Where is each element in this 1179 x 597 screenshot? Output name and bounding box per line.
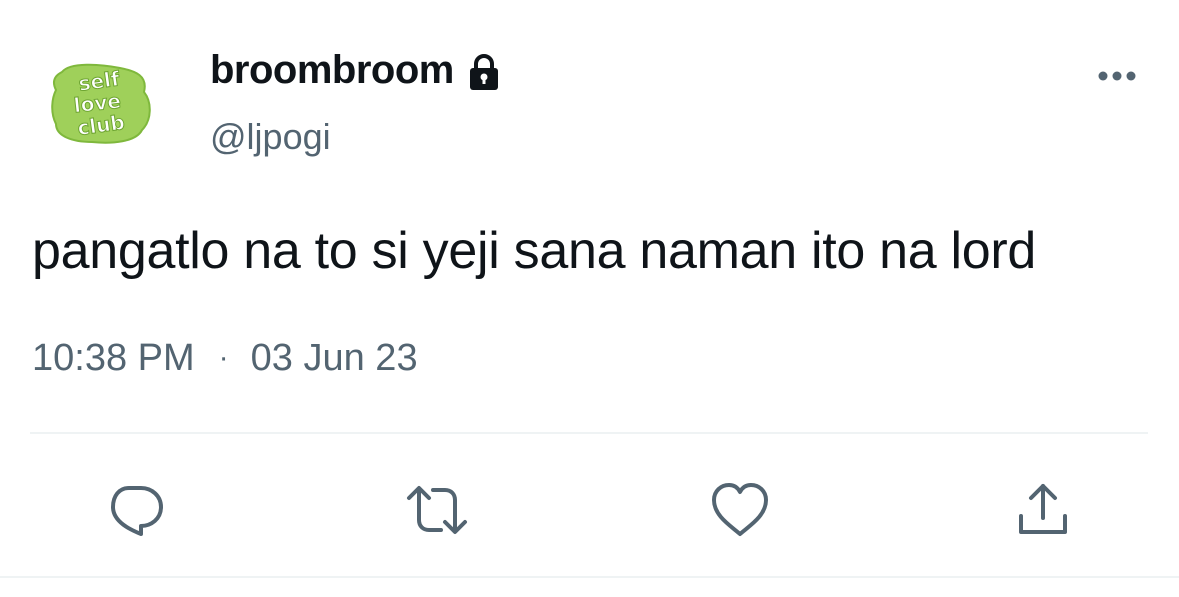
bottom-divider [0, 576, 1179, 578]
share-icon [1019, 484, 1067, 534]
tweet-meta: 10:38 PM · 03 Jun 23 [32, 334, 418, 382]
tweet-date[interactable]: 03 Jun 23 [251, 334, 418, 382]
divider [30, 432, 1148, 434]
meta-separator: · [218, 341, 229, 374]
author-display-name[interactable]: broombroom [210, 42, 454, 98]
tweet-text: pangatlo na to si yeji sana naman ito na… [32, 222, 1037, 280]
author-name-row: broombroom [210, 42, 504, 98]
avatar[interactable]: self love club [40, 50, 160, 160]
like-button[interactable] [708, 478, 772, 542]
more-icon [1098, 71, 1136, 81]
reply-button[interactable] [103, 478, 167, 542]
tweet-detail: self love club broombroom @ljpogi pangat… [0, 0, 1179, 597]
retweet-button[interactable] [405, 478, 469, 542]
tweet-time[interactable]: 10:38 PM [32, 334, 195, 382]
share-button[interactable] [1011, 478, 1075, 542]
lock-icon [464, 52, 504, 92]
retweet-icon [407, 486, 467, 534]
like-icon [712, 483, 768, 536]
more-options-button[interactable] [1082, 58, 1152, 94]
author-handle[interactable]: @ljpogi [210, 112, 331, 162]
reply-icon [111, 486, 163, 536]
avatar-logo-icon: self love club [51, 63, 151, 144]
